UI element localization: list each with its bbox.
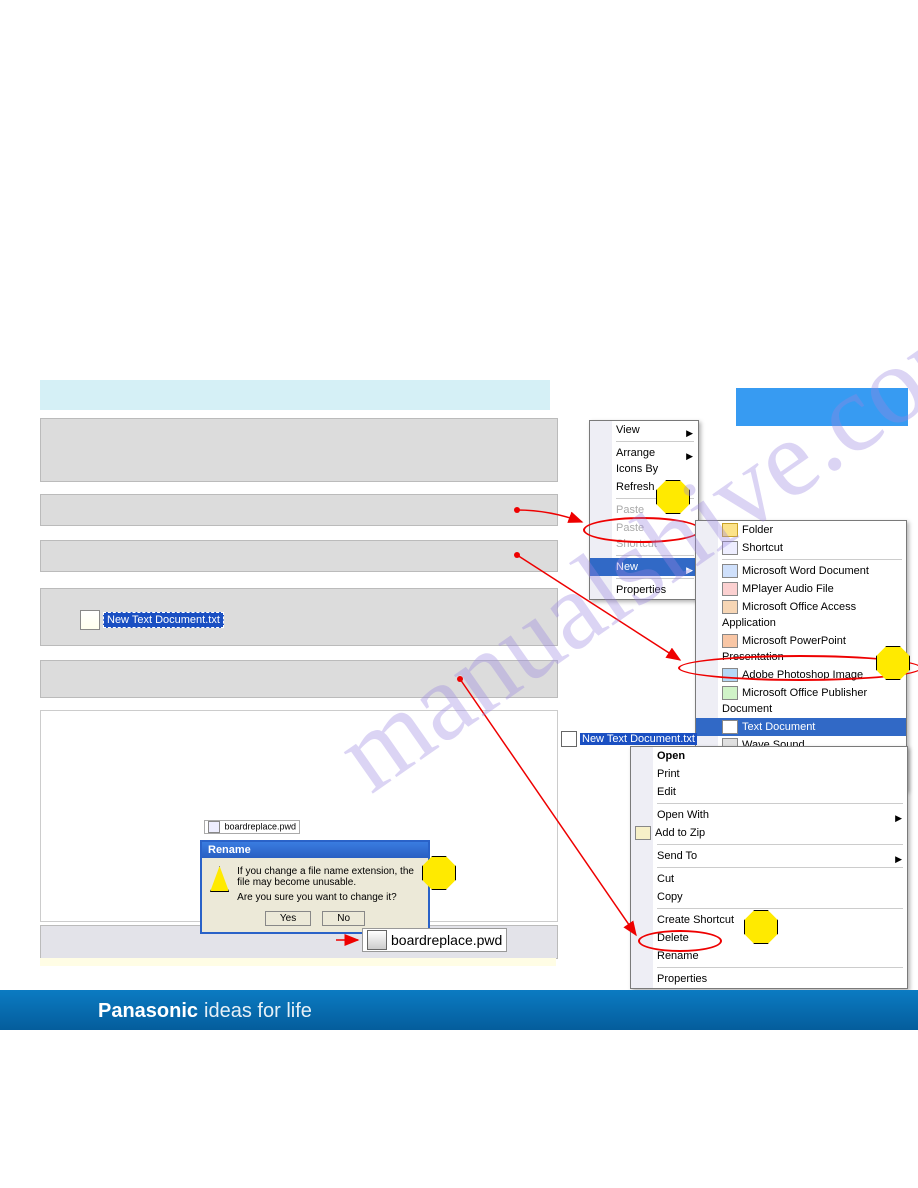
- publisher-icon: [722, 686, 738, 700]
- ctx-cut[interactable]: Cut: [631, 870, 907, 888]
- title-block: [736, 388, 908, 426]
- callout-circle-rename: [638, 930, 722, 952]
- ctx-copy[interactable]: Copy: [631, 888, 907, 906]
- ctx-add-to-zip[interactable]: Add to Zip: [631, 824, 907, 842]
- folder-icon: [722, 523, 738, 537]
- zip-icon: [635, 826, 651, 840]
- word-icon: [722, 564, 738, 578]
- ctx-print[interactable]: Print: [631, 765, 907, 783]
- ctx-open[interactable]: Open: [631, 747, 907, 765]
- result-file-label: boardreplace.pwd: [391, 932, 502, 948]
- strip: [40, 958, 556, 966]
- step-box-3: [40, 540, 558, 572]
- file-context-menu[interactable]: Open Print Edit Open With▶ Add to Zip Se…: [630, 746, 908, 989]
- text-icon: [722, 720, 738, 734]
- file-icon-tiny: [208, 821, 220, 833]
- rename-msg-1: If you change a file name extension, the…: [237, 866, 420, 888]
- powerpoint-icon: [722, 634, 738, 648]
- menu-item-new[interactable]: New▶: [590, 558, 698, 576]
- new-publisher[interactable]: Microsoft Office Publisher Document: [696, 684, 906, 718]
- ctx-send-to[interactable]: Send To▶: [631, 847, 907, 865]
- menu-item-properties[interactable]: Properties: [590, 581, 698, 599]
- file-selected[interactable]: New Text Document.txt: [561, 731, 697, 747]
- step-box-5: [40, 660, 558, 698]
- result-file[interactable]: boardreplace.pwd: [362, 928, 507, 952]
- step-box-1: [40, 418, 558, 482]
- callout-circle-new: [583, 517, 701, 543]
- step-box-2: [40, 494, 558, 526]
- rename-no-button[interactable]: No: [322, 911, 365, 926]
- file-selected-label: New Text Document.txt: [580, 733, 697, 745]
- rename-msg-2: Are you sure you want to change it?: [237, 892, 420, 903]
- textfile-icon: [80, 610, 100, 630]
- access-icon: [722, 600, 738, 614]
- new-access[interactable]: Microsoft Office Access Application: [696, 598, 906, 632]
- new-shortcut[interactable]: Shortcut: [696, 539, 906, 557]
- rename-dialog: Rename If you change a file name extensi…: [200, 840, 430, 934]
- footer-text: Panasonicideas for life: [98, 1000, 312, 1023]
- audio-icon: [722, 582, 738, 596]
- shortcut-icon: [722, 541, 738, 555]
- ctx-open-with[interactable]: Open With▶: [631, 806, 907, 824]
- new-word-doc[interactable]: Microsoft Word Document: [696, 562, 906, 580]
- rename-yes-button[interactable]: Yes: [265, 911, 311, 926]
- new-mplayer[interactable]: MPlayer Audio File: [696, 580, 906, 598]
- new-folder[interactable]: Folder: [696, 521, 906, 539]
- ctx-properties[interactable]: Properties: [631, 970, 907, 988]
- menu-item-arrange[interactable]: Arrange Icons By▶: [590, 444, 698, 478]
- new-text-document[interactable]: Text Document: [696, 718, 906, 736]
- top-band: [40, 380, 550, 410]
- renamed-file-small: boardreplace.pwd: [204, 820, 300, 834]
- new-text-desktop-icon[interactable]: New Text Document.txt: [80, 610, 224, 630]
- rename-dialog-title: Rename: [202, 842, 428, 858]
- menu-item-view[interactable]: View▶: [590, 421, 698, 439]
- textfile-icon-small: [561, 731, 577, 747]
- pwd-file-icon: [367, 930, 387, 950]
- new-text-label[interactable]: New Text Document.txt: [103, 612, 224, 628]
- ctx-edit[interactable]: Edit: [631, 783, 907, 801]
- warning-icon: [210, 866, 229, 892]
